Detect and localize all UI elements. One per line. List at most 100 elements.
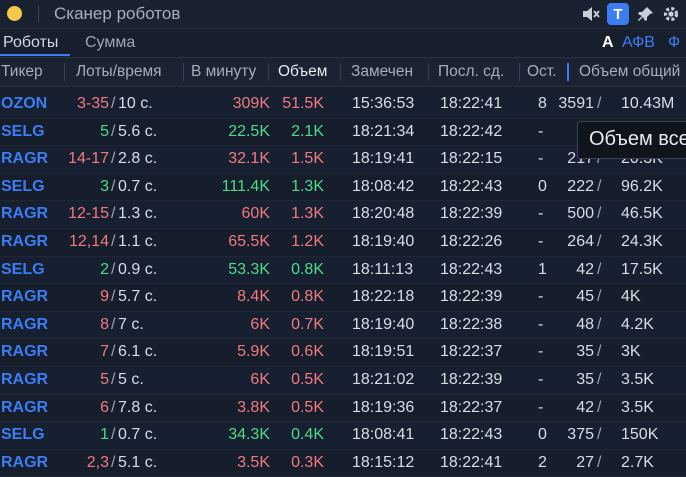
per-minute-cell: 111.4K	[221, 177, 270, 195]
ticker-cell[interactable]: RAGR	[1, 205, 48, 223]
ticker-cell[interactable]: RAGR	[1, 371, 48, 389]
ticker-cell[interactable]: RAGR	[1, 399, 48, 417]
per-minute-cell: 8.4K	[237, 288, 270, 306]
ticker-cell[interactable]: RAGR	[1, 288, 48, 306]
per-minute-cell: 53.3K	[228, 260, 270, 278]
col-seen[interactable]: Замечен	[351, 63, 413, 81]
total-volume-value: 3.5K	[621, 370, 654, 388]
volume-cell: 51.5K	[282, 95, 324, 112]
separator: /	[597, 426, 602, 444]
total-volume-value: 24.3K	[621, 232, 663, 250]
table-row[interactable]: RAGR 5 5 с. 6K 0.5K 18:21:02 18:22:39 - 35 3.5K / /	[0, 366, 686, 395]
font-a-button[interactable]: A	[602, 34, 614, 52]
table-row[interactable]: RAGR 6 7.8 с. 3.8K 0.5K 18:19:36 18:22:37 - 42 3.…	[0, 395, 686, 423]
tooltip: Объем все	[577, 121, 686, 159]
volume-cell: 0.5K	[291, 370, 324, 388]
volume-cell: 0.8K	[291, 288, 324, 306]
separator: /	[597, 288, 602, 306]
tab-sum[interactable]: Сумма	[85, 34, 135, 52]
col-last-trade[interactable]: Посл. сд.	[438, 63, 504, 81]
total-volume-value: 2.7K	[621, 453, 654, 471]
col-rest[interactable]: Ост.	[527, 63, 557, 81]
mute-icon[interactable]	[580, 3, 602, 25]
ticker-cell[interactable]: RAGR	[1, 343, 48, 361]
per-minute-cell: 22.5K	[228, 122, 270, 140]
total-volume-count: 48	[576, 315, 594, 333]
ticker-cell[interactable]: SELG	[1, 261, 45, 279]
ticker-cell[interactable]: SELG	[1, 178, 45, 196]
separator: /	[111, 177, 116, 195]
window-title: Сканер роботов	[54, 4, 181, 23]
total-volume-count: 222	[567, 177, 594, 195]
lots-cell: 7	[100, 343, 109, 361]
lots-cell: 8	[100, 315, 109, 333]
last-trade-cell: 18:22:43	[440, 177, 503, 195]
seen-cell: 18:08:41	[352, 426, 415, 444]
table-row[interactable]: RAGR 8 7 с. 6K 0.7K 18:19:40 18:22:38 - 48 4.2K / /	[0, 311, 686, 340]
ticker-cell[interactable]: OZON	[1, 95, 47, 113]
tab-robots[interactable]: Роботы	[3, 34, 58, 52]
time-cell: 7 с.	[118, 315, 144, 333]
time-cell: 6.1 с.	[118, 343, 158, 361]
separator: /	[111, 426, 116, 444]
total-volume-count: 42	[576, 398, 594, 416]
volume-cell: 0.6K	[291, 343, 324, 361]
separator: /	[111, 95, 116, 112]
col-ticker[interactable]: Тикер	[1, 63, 43, 81]
seen-cell: 18:19:40	[352, 315, 415, 333]
ticker-cell[interactable]: RAGR	[1, 316, 48, 334]
table-row[interactable]: SELG 1 0.7 с. 34.3K 0.4K 18:08:41 18:22:43 0 375…	[0, 422, 686, 450]
lots-cell: 14-17	[68, 150, 109, 168]
separator: /	[111, 205, 116, 223]
col-lots-time[interactable]: Лоты/время	[76, 63, 162, 81]
ticker-cell[interactable]: RAGR	[1, 150, 48, 168]
rest-cell: -	[538, 398, 544, 416]
lots-cell: 2,3	[86, 453, 109, 471]
time-cell: 5.7 с.	[118, 288, 158, 306]
ticker-cell[interactable]: RAGR	[1, 233, 48, 251]
rest-cell: -	[538, 150, 544, 168]
table-row[interactable]: RAGR 2,3 5.1 с. 3.5K 0.3K 18:15:12 18:22:41 2 27…	[0, 450, 686, 477]
lots-cell: 12-15	[68, 205, 109, 223]
total-volume-count: 375	[567, 426, 594, 444]
col-per-minute[interactable]: В минуту	[191, 63, 256, 81]
table-row[interactable]: RAGR 12-15 1.3 с. 60K 1.3K 18:20:48 18:22:39 - 5…	[0, 201, 686, 229]
col-volume[interactable]: Объем	[278, 63, 327, 81]
rest-cell: -	[538, 122, 544, 140]
separator: /	[111, 232, 116, 250]
per-minute-cell: 3.8K	[237, 398, 270, 416]
status-dot-icon[interactable]	[7, 6, 22, 21]
table-row[interactable]: SELG 2 0.9 с. 53.3K 0.8K 18:11:13 18:22:43 1 42 1…	[0, 256, 686, 285]
table-row[interactable]: RAGR 7 6.1 с. 5.9K 0.6K 18:19:51 18:22:37 - 35 3K…	[0, 339, 686, 367]
ticker-cell[interactable]: SELG	[1, 123, 45, 141]
table-row[interactable]: RAGR 12,14 1.1 с. 65.5K 1.2K 18:19:40 18:22:26…	[0, 229, 686, 257]
rest-cell: 1	[538, 260, 547, 278]
pin-icon[interactable]	[635, 3, 657, 25]
separator: /	[597, 370, 602, 388]
separator: /	[111, 453, 116, 471]
table-row[interactable]: RAGR 9 5.7 с. 8.4K 0.8K 18:22:18 18:22:39 - 45 4K…	[0, 284, 686, 312]
time-cell: 0.7 с.	[118, 177, 158, 195]
gear-icon[interactable]	[660, 3, 682, 25]
t-badge-button[interactable]: T	[607, 3, 629, 25]
rest-cell: -	[538, 288, 544, 306]
col-total-volume[interactable]: Объем общий	[579, 63, 680, 81]
time-cell: 2.8 с.	[118, 150, 158, 168]
per-minute-cell: 60K	[241, 205, 270, 223]
last-trade-cell: 18:22:39	[440, 288, 503, 306]
separator: /	[111, 315, 116, 333]
separator: /	[597, 205, 602, 223]
table-row[interactable]: SELG 3 0.7 с. 111.4K 1.3K 18:08:42 18:22:43 0 22…	[0, 174, 686, 202]
separator: /	[111, 150, 116, 168]
per-minute-cell: 34.3K	[228, 426, 270, 444]
ticker-cell[interactable]: SELG	[1, 426, 45, 444]
lots-cell: 2	[100, 260, 109, 278]
ticker-cell[interactable]: RAGR	[1, 454, 48, 472]
separator: /	[597, 315, 602, 333]
per-minute-cell: 309K	[232, 95, 270, 112]
f-button[interactable]: Ф	[668, 34, 680, 52]
time-cell: 0.9 с.	[118, 260, 158, 278]
afv-button[interactable]: АФВ	[622, 34, 655, 52]
table-row[interactable]: OZON 3-35 10 с. 309K 51.5K 15:36:53 18:22:41 8 3…	[0, 91, 686, 119]
rest-cell: -	[538, 370, 544, 388]
